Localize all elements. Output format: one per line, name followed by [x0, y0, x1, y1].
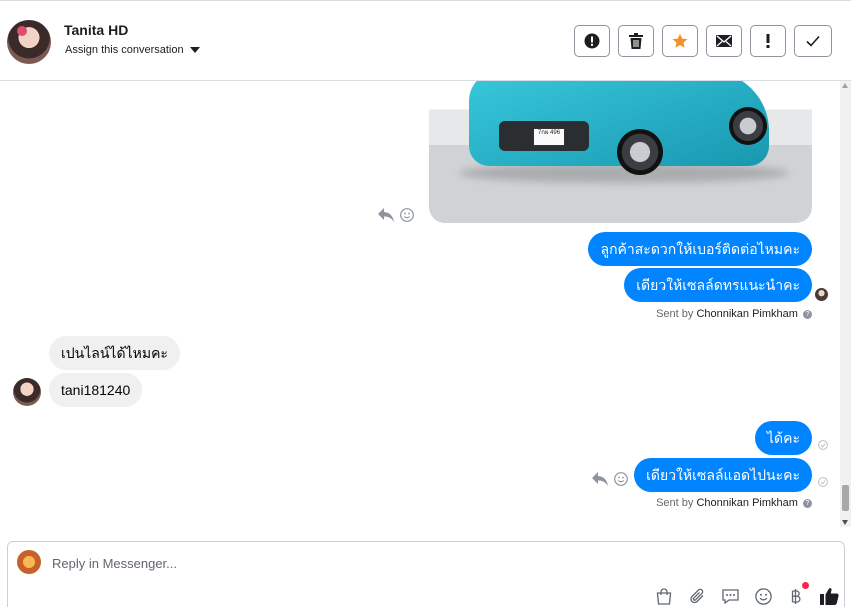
car-photo-attachment[interactable]: 7กผ 496: [429, 81, 812, 223]
trash-icon: [629, 33, 643, 49]
delivered-check-icon: [818, 477, 828, 487]
scroll-up-arrow-icon[interactable]: [842, 83, 848, 88]
like-button[interactable]: [819, 586, 839, 606]
outgoing-message[interactable]: เดียวให้เซลล์ดทรแนะนำคะ: [624, 268, 812, 302]
thread-scrollbar[interactable]: [840, 81, 851, 527]
photo-message-actions: [378, 208, 414, 222]
star-button[interactable]: [662, 25, 698, 57]
mark-spam-button[interactable]: [574, 25, 610, 57]
sent-by-name[interactable]: Chonnikan Pimkham: [696, 308, 798, 320]
seen-avatar: [815, 288, 828, 301]
assign-label: Assign this conversation: [65, 44, 184, 56]
reply-icon[interactable]: [378, 208, 394, 222]
sent-by-name[interactable]: Chonnikan Pimkham: [696, 497, 798, 509]
outgoing-message[interactable]: ได้คะ: [754, 421, 812, 455]
alert-circle-icon: [584, 33, 600, 49]
sent-by-label: Sent by Chonnikan Pimkham ?: [656, 308, 812, 320]
car-front-wheel: [617, 129, 663, 175]
sender-avatar[interactable]: [13, 378, 41, 406]
message-actions: [592, 472, 628, 486]
thumbs-up-icon: [819, 588, 839, 605]
incoming-message[interactable]: เปนไลน์ได้ไหมคะ: [49, 336, 180, 370]
contact-name[interactable]: Tanita HD: [64, 22, 128, 38]
help-question-icon[interactable]: ?: [803, 498, 812, 508]
caret-down-icon: [189, 47, 200, 53]
checkmark-icon: [806, 35, 820, 47]
sent-by-prefix: Sent by: [656, 497, 694, 509]
outgoing-message[interactable]: เดียวให้เซลล์แอดไปนะคะ: [634, 458, 812, 492]
header-actions: [574, 25, 832, 57]
saved-replies-button[interactable]: [720, 586, 740, 606]
reply-composer: [7, 541, 845, 607]
assign-conversation-dropdown[interactable]: Assign this conversation: [65, 44, 200, 56]
emoji-icon: [754, 587, 772, 605]
payment-button[interactable]: [786, 582, 809, 606]
car-rear-wheel: [729, 107, 767, 145]
speech-bubble-icon: [721, 589, 739, 604]
star-icon: [672, 33, 688, 48]
scrollbar-thumb[interactable]: [842, 485, 849, 511]
emoji-button[interactable]: [753, 586, 773, 606]
sent-by-label: Sent by Chonnikan Pimkham ?: [656, 497, 812, 509]
conversation-header: Tanita HD Assign this conversation: [0, 0, 851, 81]
outgoing-message[interactable]: ลูกค้าสะดวกให้เบอร์ติดต่อไหมคะ: [588, 232, 812, 266]
react-emoji-icon[interactable]: [614, 472, 628, 486]
reply-icon[interactable]: [592, 472, 608, 486]
envelope-icon: [716, 35, 732, 47]
incoming-message[interactable]: tani181240: [49, 373, 143, 407]
composer-tools: [654, 582, 839, 606]
shop-bag-icon: [656, 587, 672, 605]
page-avatar: [17, 550, 41, 574]
mark-unread-button[interactable]: [706, 25, 742, 57]
mark-done-button[interactable]: [794, 25, 832, 57]
contact-avatar[interactable]: [7, 20, 51, 64]
shop-bag-button[interactable]: [654, 586, 674, 606]
react-emoji-icon[interactable]: [400, 208, 414, 222]
exclamation-icon: [766, 34, 770, 48]
delete-button[interactable]: [618, 25, 654, 57]
follow-up-button[interactable]: [750, 25, 786, 57]
help-question-icon[interactable]: ?: [803, 309, 812, 319]
baht-payment-icon: [791, 588, 801, 604]
sent-by-prefix: Sent by: [656, 308, 694, 320]
scroll-down-arrow-icon[interactable]: [842, 520, 848, 525]
notification-dot: [802, 582, 809, 589]
paperclip-icon: [689, 588, 703, 603]
car-license-plate: 7กผ 496: [533, 128, 565, 146]
avatar-flower-detail: [17, 26, 27, 36]
message-thread: 7กผ 496 ลูกค้าสะดวกให้เบอร์ติดต่อไหมคะ เ…: [0, 81, 839, 527]
attach-file-button[interactable]: [687, 586, 707, 606]
reply-input[interactable]: [52, 553, 752, 573]
delivered-check-icon: [818, 440, 828, 450]
